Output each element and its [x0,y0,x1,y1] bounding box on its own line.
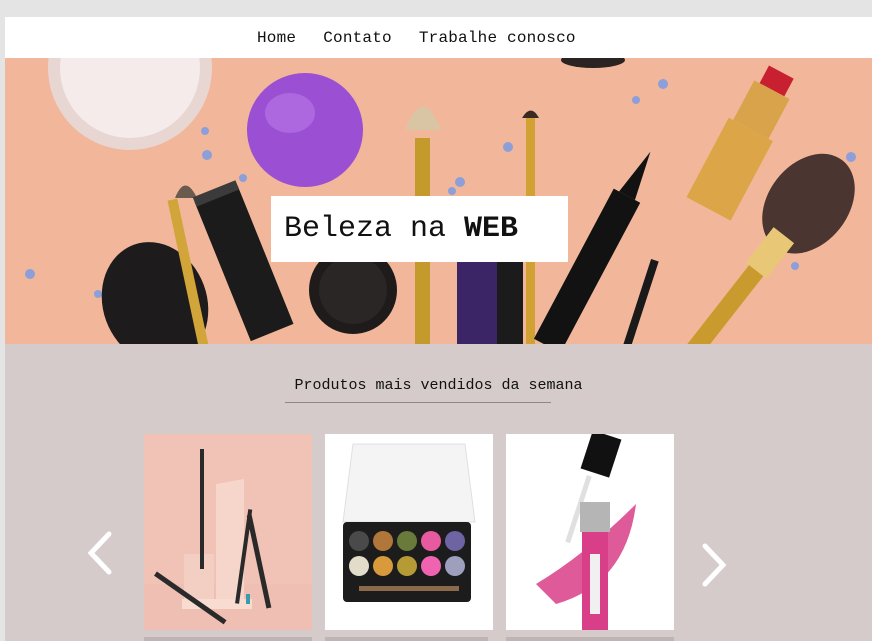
hero-title-box: Beleza na WEB [271,196,568,262]
card-shadow-strip [144,637,312,641]
carousel-next-arrow-icon[interactable] [693,540,733,590]
lip-gloss-image [506,434,674,630]
nav-home-link[interactable]: Home [257,29,296,47]
title-underline [285,402,551,403]
eyeliners-image [144,434,312,630]
card-shadow-strip [325,637,488,641]
nav-contato-link[interactable]: Contato [323,29,392,47]
eyeshadow-palette-image [325,434,493,630]
product-card-lipgloss[interactable] [506,434,674,630]
nav-trabalhe-conosco-link[interactable]: Trabalhe conosco [419,29,576,47]
card-shadow-strip [506,637,674,641]
product-card-eyeliners[interactable] [144,434,312,630]
section-title: Produtos mais vendidos da semana [294,377,583,394]
page: Home Contato Trabalhe conosco Beleza na … [5,17,872,641]
hero-title-prefix: Beleza na [284,212,465,246]
hero-banner: Beleza na WEB [5,58,872,344]
product-card-eyeshadow[interactable] [325,434,493,630]
top-nav: Home Contato Trabalhe conosco [5,17,872,58]
carousel-prev-arrow-icon[interactable] [81,528,121,578]
hero-title-emphasis: WEB [464,212,519,246]
best-sellers-section: Produtos mais vendidos da semana [5,344,872,641]
